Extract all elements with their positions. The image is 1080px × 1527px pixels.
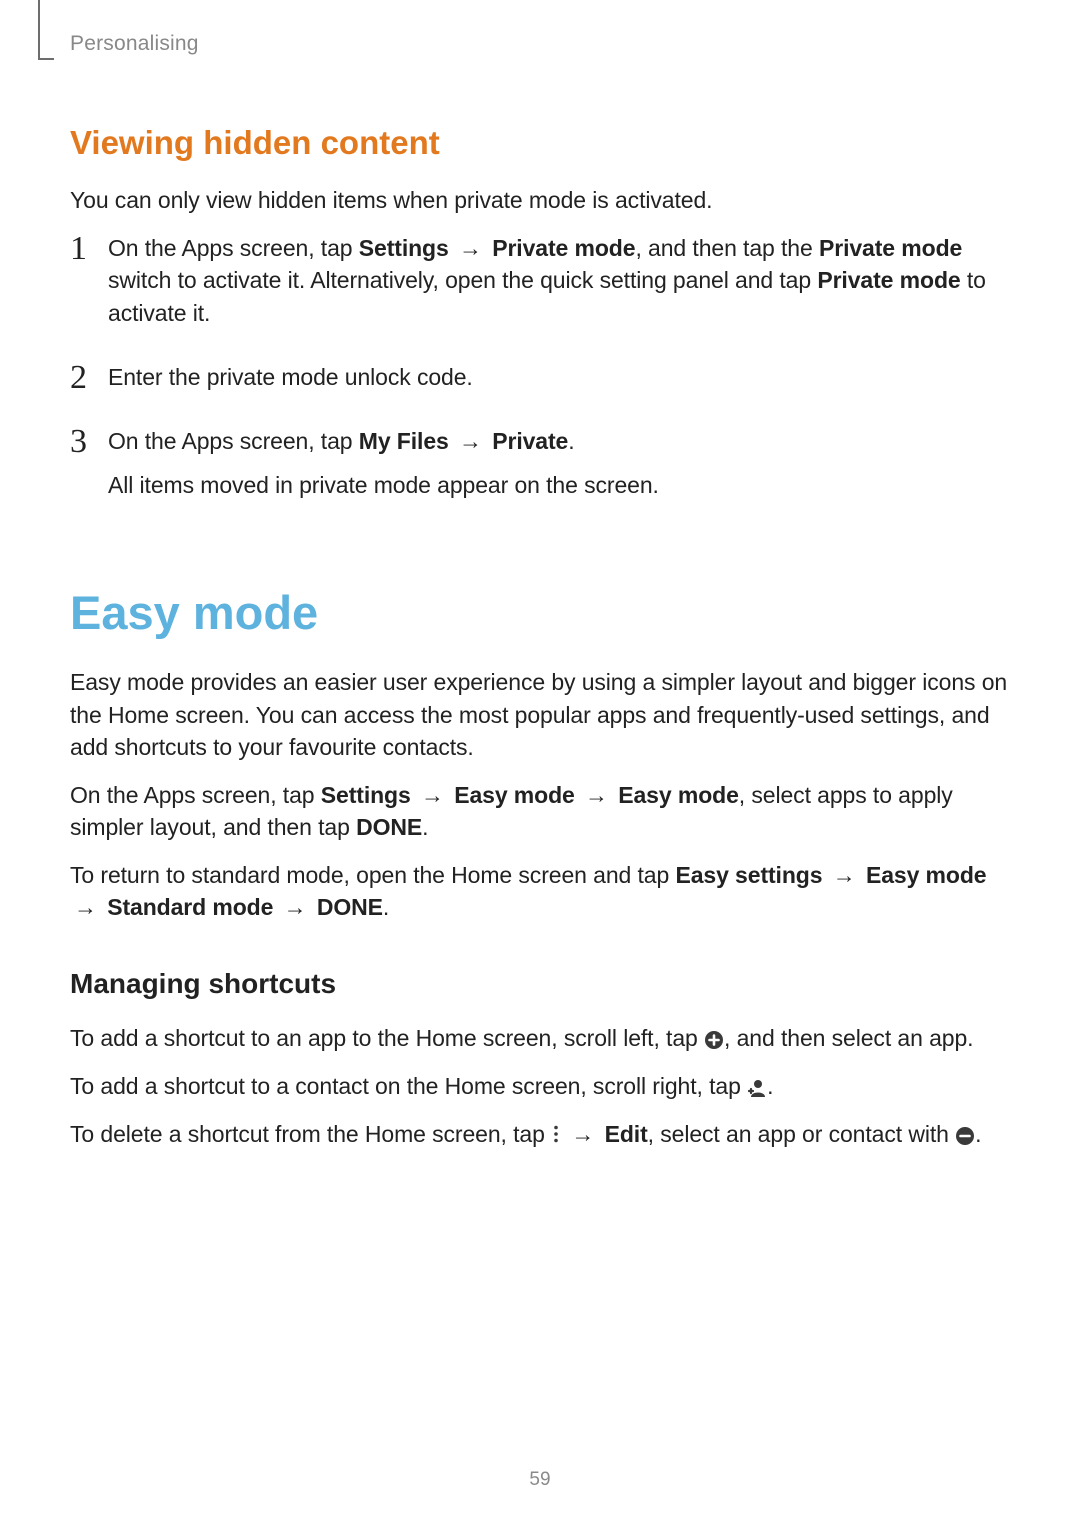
- text-run: .: [975, 1121, 981, 1147]
- bold-edit: Edit: [605, 1121, 648, 1147]
- header-rule: [38, 0, 40, 60]
- more-options-icon: [551, 1120, 561, 1140]
- manual-page: Personalising Viewing hidden content You…: [0, 0, 1080, 1527]
- text-run: To delete a shortcut from the Home scree…: [70, 1121, 551, 1147]
- step-number: 2: [70, 361, 108, 395]
- arrow-icon: →: [417, 779, 448, 811]
- text-run: On the Apps screen, tap: [108, 428, 359, 454]
- page-number: 59: [0, 1469, 1080, 1491]
- bold-settings: Settings: [321, 782, 411, 808]
- step-body: Enter the private mode unlock code.: [108, 361, 1010, 405]
- arrow-icon: →: [455, 232, 486, 264]
- arrow-icon: →: [567, 1118, 598, 1150]
- step-body: On the Apps screen, tap Settings → Priva…: [108, 232, 1010, 341]
- bold-done: DONE: [317, 894, 383, 920]
- text-run: .: [422, 814, 428, 840]
- bold-private-mode: Private mode: [817, 267, 960, 293]
- step-number: 3: [70, 425, 108, 459]
- easy-para2: On the Apps screen, tap Settings → Easy …: [70, 779, 1010, 843]
- bold-my-files: My Files: [359, 428, 449, 454]
- text-run: On the Apps screen, tap: [108, 235, 359, 261]
- arrow-icon: →: [829, 859, 860, 891]
- hidden-steps: 1 On the Apps screen, tap Settings → Pri…: [70, 232, 1010, 513]
- step-2-text: Enter the private mode unlock code.: [108, 361, 1010, 393]
- bold-easy-settings: Easy settings: [675, 862, 822, 888]
- text-run: .: [383, 894, 389, 920]
- arrow-icon: →: [581, 779, 612, 811]
- managing-p2: To add a shortcut to a contact on the Ho…: [70, 1070, 1010, 1102]
- header-tick: [38, 58, 54, 60]
- step-2: 2 Enter the private mode unlock code.: [70, 361, 1010, 405]
- text-run: To add a shortcut to an app to the Home …: [70, 1025, 704, 1051]
- step-body: On the Apps screen, tap My Files → Priva…: [108, 425, 1010, 513]
- arrow-icon: →: [70, 891, 101, 923]
- heading-easy-mode: Easy mode: [70, 585, 1010, 640]
- bold-easy-mode: Easy mode: [618, 782, 739, 808]
- hidden-intro: You can only view hidden items when priv…: [70, 184, 1010, 216]
- text-run: To add a shortcut to a contact on the Ho…: [70, 1073, 747, 1099]
- easy-para3: To return to standard mode, open the Hom…: [70, 859, 1010, 923]
- managing-p1: To add a shortcut to an app to the Home …: [70, 1022, 1010, 1054]
- bold-private-mode: Private mode: [492, 235, 635, 261]
- step-3-line2: All items moved in private mode appear o…: [108, 469, 1010, 501]
- text-run: .: [767, 1073, 773, 1099]
- managing-p3: To delete a shortcut from the Home scree…: [70, 1118, 1010, 1150]
- bold-done: DONE: [356, 814, 422, 840]
- text-run: To return to standard mode, open the Hom…: [70, 862, 675, 888]
- bold-settings: Settings: [359, 235, 449, 261]
- step-1-text: On the Apps screen, tap Settings → Priva…: [108, 232, 1010, 329]
- text-run: switch to activate it. Alternatively, op…: [108, 267, 817, 293]
- text-run: .: [568, 428, 574, 454]
- step-3: 3 On the Apps screen, tap My Files → Pri…: [70, 425, 1010, 513]
- plus-circle-icon: [704, 1030, 724, 1050]
- bold-easy-mode: Easy mode: [454, 782, 575, 808]
- heading-viewing-hidden-content: Viewing hidden content: [70, 124, 1010, 162]
- text-run: On the Apps screen, tap: [70, 782, 321, 808]
- bold-standard-mode: Standard mode: [107, 894, 273, 920]
- heading-managing-shortcuts: Managing shortcuts: [70, 968, 1010, 1000]
- bold-private-mode: Private mode: [819, 235, 962, 261]
- arrow-icon: →: [280, 891, 311, 923]
- text-run: , select an app or contact with: [648, 1121, 955, 1147]
- bold-private: Private: [492, 428, 568, 454]
- step-number: 1: [70, 232, 108, 266]
- step-3-line1: On the Apps screen, tap My Files → Priva…: [108, 425, 1010, 457]
- header-section: Personalising: [70, 32, 199, 56]
- add-contact-icon: [747, 1078, 767, 1098]
- easy-intro: Easy mode provides an easier user experi…: [70, 666, 1010, 763]
- bold-easy-mode: Easy mode: [866, 862, 987, 888]
- arrow-icon: →: [455, 425, 486, 457]
- text-run: , and then tap the: [635, 235, 819, 261]
- minus-circle-icon: [955, 1126, 975, 1146]
- text-run: , and then select an app.: [724, 1025, 973, 1051]
- step-1: 1 On the Apps screen, tap Settings → Pri…: [70, 232, 1010, 341]
